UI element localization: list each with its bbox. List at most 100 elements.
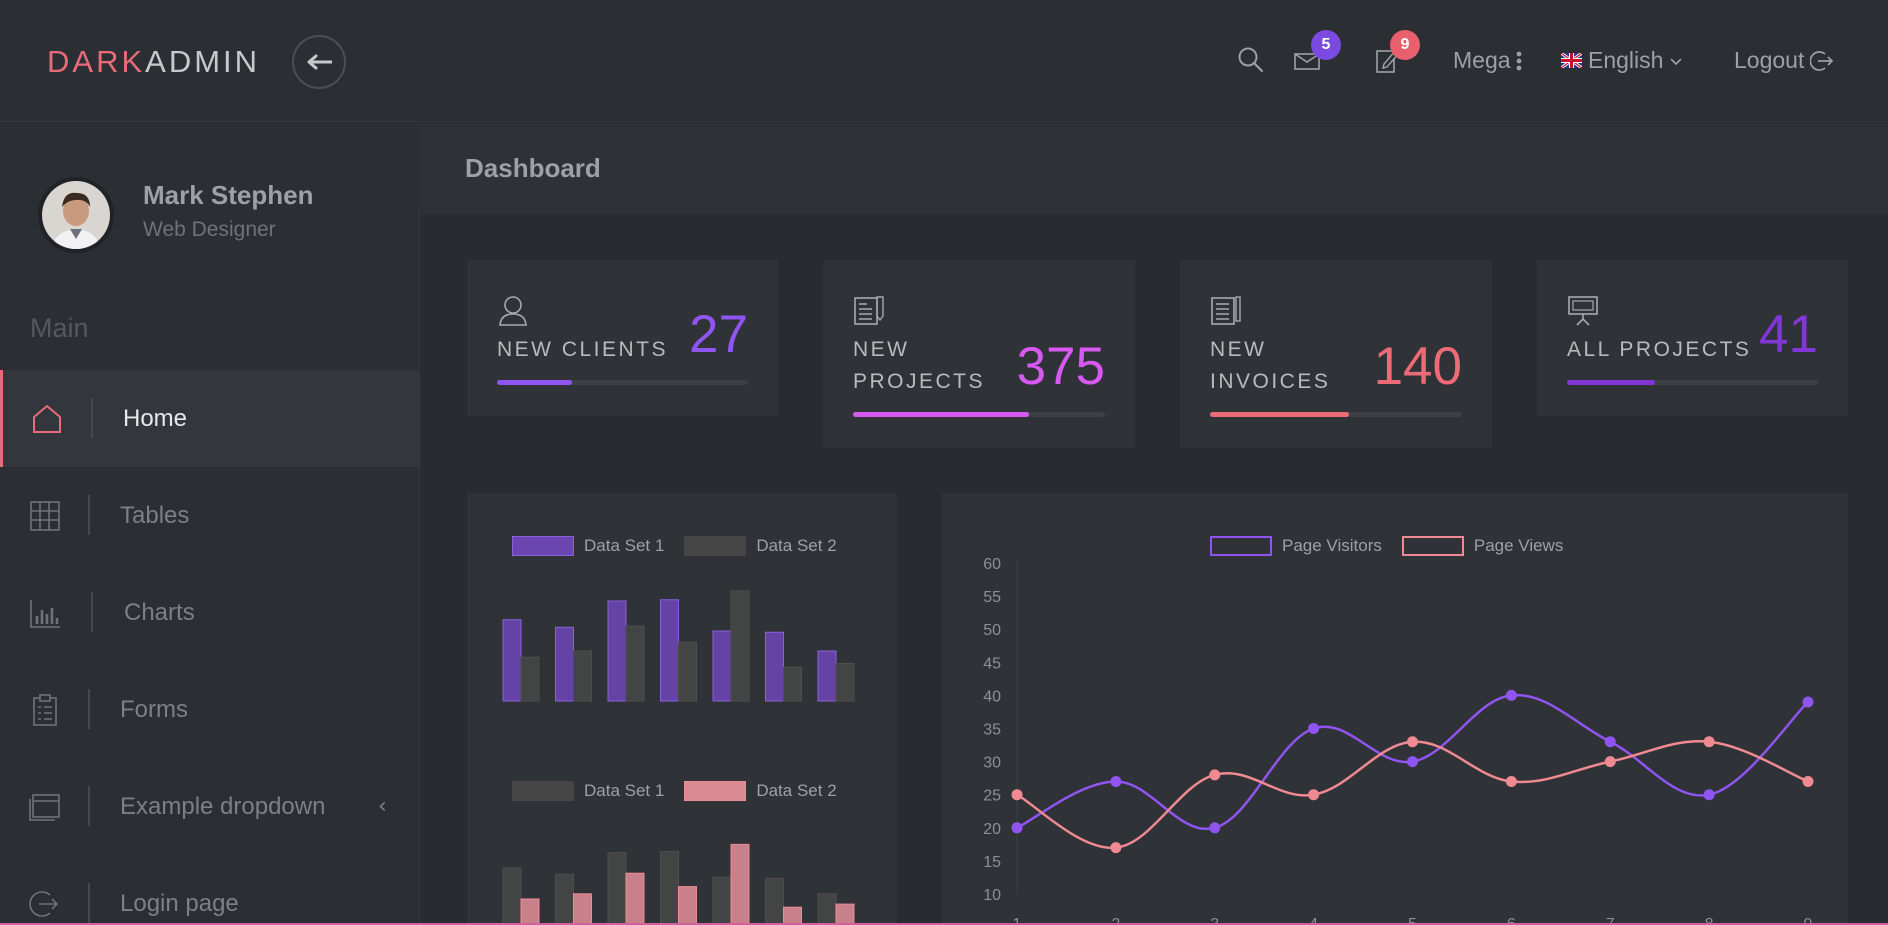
projects-icon bbox=[854, 296, 884, 325]
vertical-dots-icon bbox=[1516, 51, 1521, 70]
bar-data-set-2-1[interactable] bbox=[520, 898, 540, 925]
legend-label: Data Set 2 bbox=[756, 536, 837, 555]
user-icon bbox=[499, 296, 527, 326]
data-point-page-visitors-3[interactable] bbox=[1209, 822, 1221, 834]
bar-data-set-1-4[interactable] bbox=[660, 599, 679, 702]
legend-item[interactable]: Data Set 1 bbox=[512, 536, 664, 556]
bar-data-set-1-2[interactable] bbox=[555, 626, 574, 702]
stat-card-new-clients: NEW CLIENTS 27 bbox=[467, 260, 778, 416]
line-chart: 10152025303540455055601 2 3 4 5 6 7 8 9 bbox=[983, 556, 1814, 925]
y-tick-label: 35 bbox=[983, 722, 1001, 739]
data-point-page-views-1[interactable] bbox=[1011, 789, 1023, 801]
bar-data-set-1-5[interactable] bbox=[712, 630, 732, 702]
bar-data-set-2-1[interactable] bbox=[520, 656, 540, 702]
data-point-page-views-5[interactable] bbox=[1407, 736, 1418, 748]
stat-card-new-projects: NEW PROJECTS 375 bbox=[823, 260, 1135, 448]
bar-data-set-1-3[interactable] bbox=[607, 852, 627, 925]
bar-data-set-1-3[interactable] bbox=[607, 600, 627, 702]
data-point-page-views-6[interactable] bbox=[1505, 775, 1517, 787]
avatar-image bbox=[42, 181, 110, 249]
stat-label-line1: NEW bbox=[1210, 338, 1267, 361]
bar-data-set-2-2[interactable] bbox=[573, 650, 592, 702]
mega-menu-label: Mega bbox=[1453, 47, 1511, 73]
nav-separator bbox=[88, 689, 90, 729]
bar-data-set-2-6[interactable] bbox=[783, 666, 802, 702]
brand-logo[interactable]: DARKADMIN bbox=[47, 44, 260, 80]
mega-menu-toggle[interactable]: Mega bbox=[1453, 47, 1523, 74]
legend-item[interactable]: Data Set 1 bbox=[512, 781, 664, 801]
bar-chart-1 bbox=[502, 590, 855, 702]
bar-data-set-1-6[interactable] bbox=[765, 631, 784, 702]
data-point-page-visitors-9[interactable] bbox=[1802, 696, 1814, 708]
bar-data-set-2-2[interactable] bbox=[573, 893, 592, 925]
sidebar-toggle-button[interactable] bbox=[292, 35, 346, 89]
bar-data-set-1-7[interactable] bbox=[817, 650, 837, 702]
bar-data-set-2-4[interactable] bbox=[678, 641, 697, 702]
sidebar-item-example-dropdown[interactable]: Example dropdown ‹ bbox=[0, 758, 419, 855]
bar-chart-icon bbox=[30, 599, 60, 628]
bar-data-set-2-5[interactable] bbox=[730, 590, 750, 702]
bar-data-set-1-7[interactable] bbox=[817, 893, 837, 925]
bar-data-set-1-1[interactable] bbox=[502, 867, 522, 925]
search-icon[interactable] bbox=[1237, 46, 1265, 74]
logout-button[interactable]: Logout bbox=[1734, 47, 1834, 74]
brand-part-dark: DARK bbox=[47, 44, 146, 79]
bar-data-set-1-5[interactable] bbox=[712, 876, 732, 925]
data-point-page-visitors-6[interactable] bbox=[1505, 689, 1517, 701]
data-point-page-visitors-8[interactable] bbox=[1703, 789, 1715, 801]
data-point-page-visitors-5[interactable] bbox=[1407, 756, 1418, 768]
bar-data-set-2-3[interactable] bbox=[625, 625, 645, 702]
data-point-page-views-8[interactable] bbox=[1703, 736, 1715, 748]
stat-value: 27 bbox=[689, 305, 748, 364]
bar-data-set-2-7[interactable] bbox=[835, 903, 855, 925]
bar-data-set-1-2[interactable] bbox=[555, 873, 574, 925]
data-point-page-views-7[interactable] bbox=[1604, 756, 1616, 768]
stat-label-line2: INVOICES bbox=[1210, 370, 1331, 393]
bar-data-set-2-5[interactable] bbox=[730, 843, 750, 925]
data-point-page-views-2[interactable] bbox=[1110, 842, 1122, 854]
bar-chart-2 bbox=[502, 843, 855, 925]
y-tick-label: 10 bbox=[983, 887, 1001, 904]
sidebar-item-tables[interactable]: Tables bbox=[0, 467, 419, 564]
sidebar-item-forms[interactable]: Forms bbox=[0, 661, 419, 758]
brand-part-admin: ADMIN bbox=[145, 44, 261, 79]
nav-separator bbox=[88, 495, 90, 535]
avatar[interactable] bbox=[38, 177, 114, 253]
sidebar: Mark Stephen Web Designer Main Home Tabl… bbox=[0, 123, 420, 925]
stat-value: 140 bbox=[1373, 337, 1462, 396]
data-point-page-views-4[interactable] bbox=[1308, 789, 1320, 801]
window-icon bbox=[29, 793, 60, 821]
clipboard-icon bbox=[33, 693, 57, 726]
language-label: English bbox=[1588, 47, 1664, 73]
data-point-page-visitors-7[interactable] bbox=[1604, 736, 1616, 748]
data-point-page-views-9[interactable] bbox=[1802, 775, 1814, 787]
logout-label: Logout bbox=[1734, 47, 1805, 73]
sidebar-item-home[interactable]: Home bbox=[0, 370, 419, 467]
bar-data-set-2-3[interactable] bbox=[625, 872, 645, 925]
y-tick-label: 15 bbox=[983, 854, 1001, 871]
language-dropdown[interactable]: English bbox=[1561, 47, 1683, 74]
bar-data-set-2-7[interactable] bbox=[835, 663, 855, 702]
arrow-left-icon bbox=[307, 54, 332, 70]
sidebar-item-login-page[interactable]: Login page bbox=[0, 855, 419, 925]
sidebar-item-label: Forms bbox=[120, 695, 188, 723]
bar-data-set-2-4[interactable] bbox=[678, 886, 697, 925]
legend-item[interactable]: Data Set 2 bbox=[684, 781, 837, 801]
presentation-icon bbox=[1568, 296, 1598, 326]
chevron-left-icon: ‹ bbox=[378, 794, 387, 819]
bar-data-set-1-6[interactable] bbox=[765, 877, 784, 925]
data-point-page-views-3[interactable] bbox=[1209, 769, 1221, 781]
sidebar-item-charts[interactable]: Charts bbox=[0, 564, 419, 661]
nav-separator bbox=[91, 398, 93, 438]
sidebar-item-label: Home bbox=[123, 404, 188, 432]
legend-label: Data Set 1 bbox=[584, 536, 665, 555]
legend-item[interactable]: Data Set 2 bbox=[684, 536, 837, 556]
data-point-page-visitors-2[interactable] bbox=[1110, 775, 1122, 787]
bar-data-set-1-1[interactable] bbox=[502, 619, 522, 702]
login-icon bbox=[29, 890, 59, 917]
bar-data-set-1-4[interactable] bbox=[660, 851, 679, 925]
data-point-page-visitors-4[interactable] bbox=[1308, 723, 1320, 734]
legend-swatch bbox=[512, 781, 574, 801]
bar-chart-2-legend: Data Set 1 Data Set 2 bbox=[512, 781, 857, 801]
data-point-page-visitors-1[interactable] bbox=[1011, 822, 1023, 834]
